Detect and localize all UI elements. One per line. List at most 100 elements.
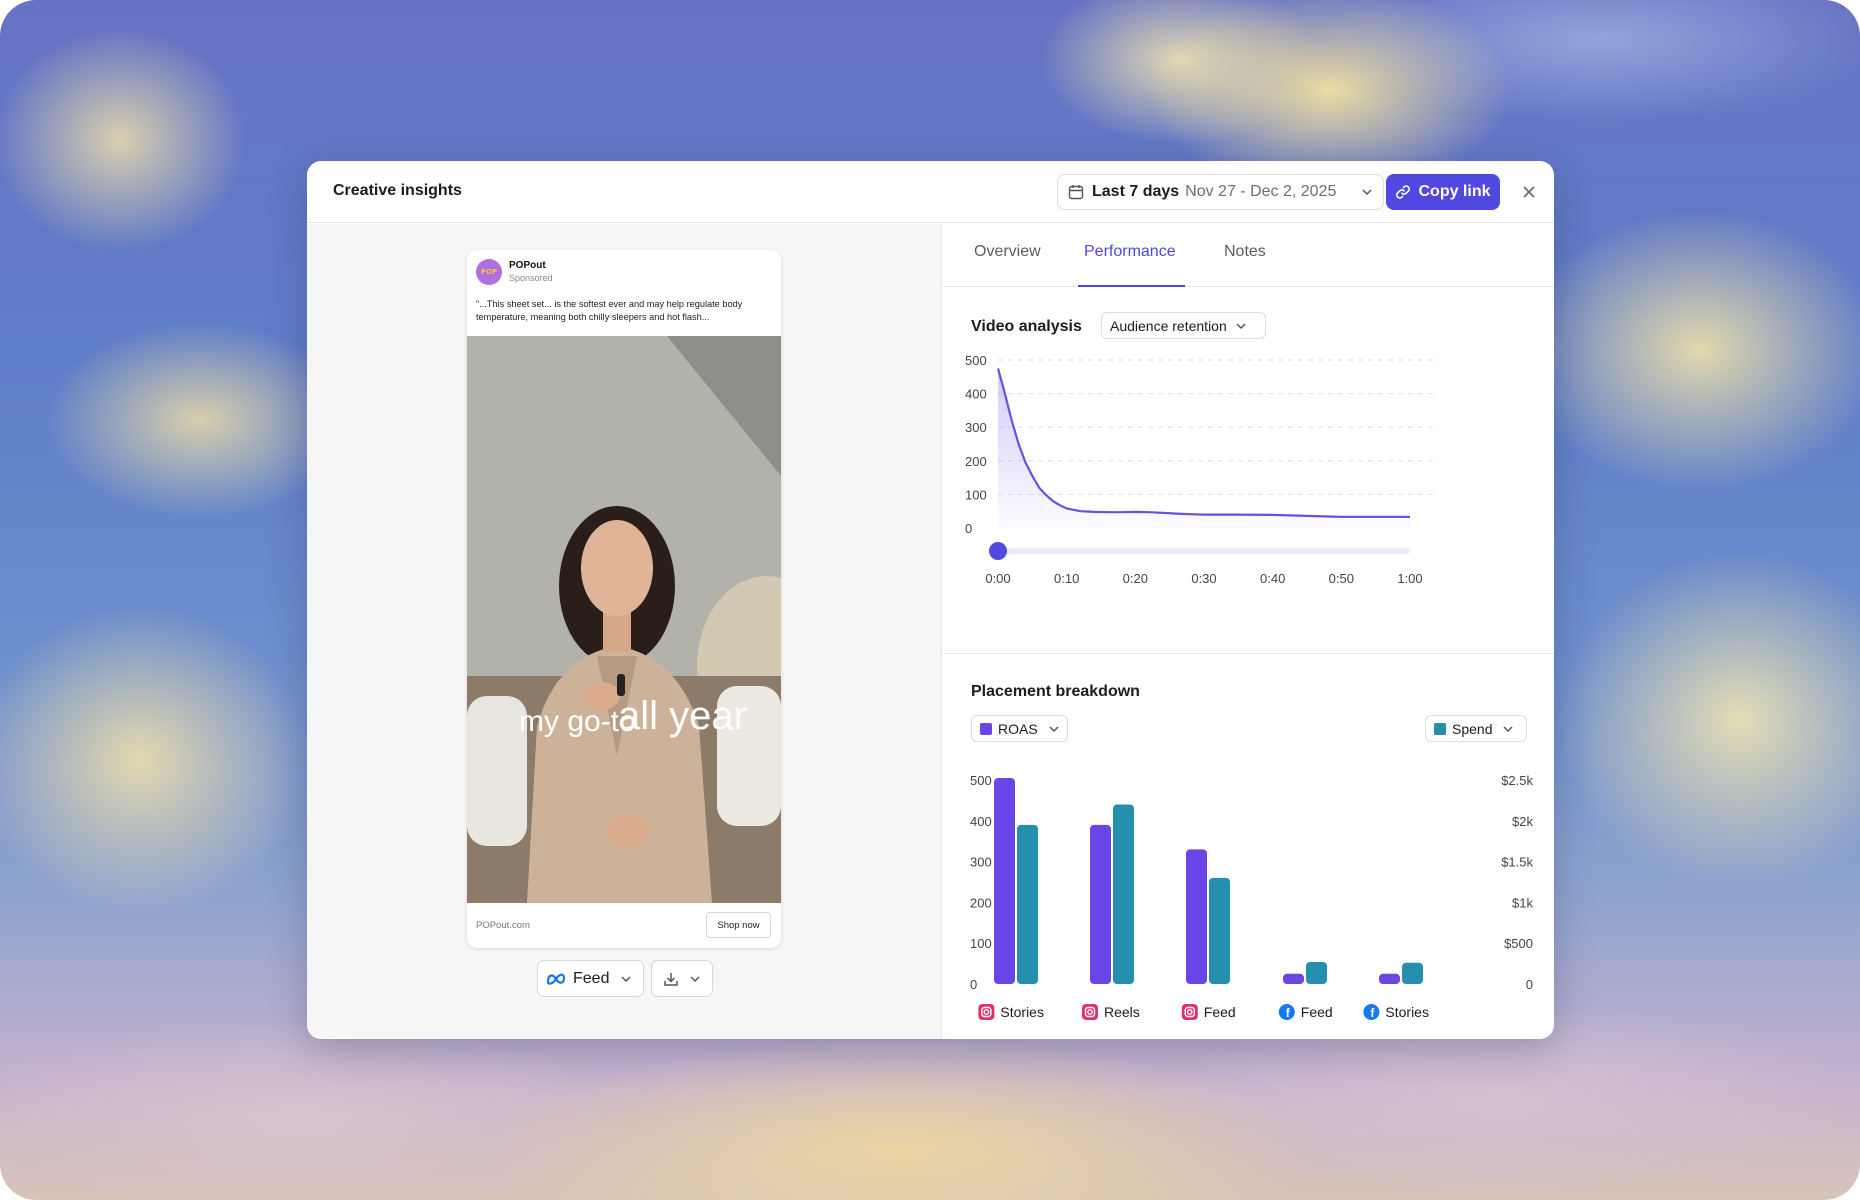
download-button[interactable] <box>651 960 713 997</box>
calendar-icon <box>1068 185 1084 200</box>
chevron-down-icon <box>690 975 700 982</box>
retention-x-tick: 0:30 <box>1191 571 1216 586</box>
spend-axis-tick: 0 <box>1526 977 1533 992</box>
modal-header: Creative insights Last 7 days Nov 27 - D… <box>307 161 1554 223</box>
sponsored-label: Sponsored <box>509 273 553 283</box>
roas-swatch <box>980 722 992 735</box>
retention-y-tick: 300 <box>965 420 987 435</box>
spend-axis-tick: $500 <box>1504 936 1533 951</box>
spend-bar[interactable] <box>1113 804 1134 984</box>
retention-y-tick: 200 <box>965 454 987 469</box>
active-tab-indicator <box>1078 285 1185 287</box>
spend-bar[interactable] <box>1306 961 1327 984</box>
link-icon <box>1396 185 1411 199</box>
date-range-label: Last 7 days <box>1092 183 1180 200</box>
spend-axis-tick: $1.5k <box>1501 855 1533 870</box>
playback-scrubber-handle[interactable] <box>989 542 1007 560</box>
video-overlay-part2: all year <box>618 694 747 738</box>
spend-swatch <box>1434 722 1446 735</box>
roas-bar[interactable] <box>1379 973 1400 984</box>
ad-caption: "...This sheet set... is the softest eve… <box>476 299 743 322</box>
spend-metric-label: Spend <box>1452 720 1493 737</box>
roas-axis-tick: 500 <box>970 773 992 788</box>
video-analysis-title: Video analysis <box>971 318 1082 335</box>
ad-url: POPout.com <box>476 920 530 931</box>
retention-x-tick: 0:40 <box>1260 571 1285 586</box>
roas-axis-tick: 300 <box>970 855 992 870</box>
tab-notes[interactable]: Notes <box>1224 243 1266 261</box>
spend-bar[interactable] <box>1017 824 1038 984</box>
brand-avatar: POP <box>476 259 502 285</box>
date-range-picker[interactable]: Last 7 days Nov 27 - Dec 2, 2025 <box>1057 174 1384 210</box>
copy-link-button[interactable]: Copy link <box>1386 174 1500 210</box>
close-icon <box>1523 186 1535 198</box>
roas-bar[interactable] <box>1090 824 1111 984</box>
instagram-icon <box>1082 1004 1098 1020</box>
retention-metric-select[interactable]: Audience retention <box>1101 312 1266 339</box>
desktop-background: Creative insights Last 7 days Nov 27 - D… <box>0 0 1860 1200</box>
roas-bar[interactable] <box>994 777 1015 984</box>
retention-y-tick: 0 <box>965 521 972 536</box>
retention-x-tick: 0:20 <box>1123 571 1148 586</box>
retention-x-tick: 0:50 <box>1329 571 1354 586</box>
chevron-down-icon <box>1503 725 1514 732</box>
placement-label-text: Stories <box>1385 1004 1429 1020</box>
retention-x-tick: 0:10 <box>1054 571 1079 586</box>
tab-overview[interactable]: Overview <box>974 243 1041 261</box>
retention-metric-label: Audience retention <box>1110 317 1227 334</box>
placement-label: f Stories <box>1363 1004 1429 1020</box>
creative-insights-modal: Creative insights Last 7 days Nov 27 - D… <box>307 161 1554 1039</box>
spend-axis-tick: $2.5k <box>1501 773 1533 788</box>
roas-metric-label: ROAS <box>998 720 1038 737</box>
retention-chart: 500 400 300 200 100 0 0:00 0:10 0:20 0:30 0:40 0:5… <box>965 353 1435 586</box>
modal-title: Creative insights <box>333 182 462 199</box>
shop-now-button[interactable]: Shop now <box>706 912 771 938</box>
placement-chart: 500 400 300 200 100 0 $2.5k $2k $1.5k $1k $500 0 S… <box>970 773 1533 1020</box>
tab-performance[interactable]: Performance <box>1084 243 1176 261</box>
brand-name: POPout <box>509 260 546 271</box>
roas-metric-select[interactable]: ROAS <box>971 715 1068 742</box>
close-button[interactable] <box>1518 181 1540 203</box>
chevron-down-icon <box>1362 189 1372 196</box>
download-icon <box>664 972 678 986</box>
video-frame: my go-to all year <box>467 336 781 903</box>
placement-label-text: Feed <box>1301 1004 1333 1020</box>
placement-label-text: Reels <box>1104 1004 1140 1020</box>
ad-video[interactable]: my go-to all year <box>467 336 781 903</box>
placement-label: Stories <box>978 1004 1044 1020</box>
meta-icon <box>546 973 566 985</box>
placement-select[interactable]: Feed <box>537 960 644 997</box>
spend-bar[interactable] <box>1402 962 1423 984</box>
ad-preview-panel: POP POPout Sponsored "...This sheet set.… <box>307 224 942 1039</box>
date-range-dates: Nov 27 - Dec 2, 2025 <box>1185 183 1337 200</box>
copy-link-label: Copy link <box>1418 183 1491 200</box>
placement-label: Feed <box>1181 1004 1236 1020</box>
placement-label-text: Feed <box>1204 1004 1236 1020</box>
section-divider <box>943 653 1554 654</box>
chevron-down-icon <box>1236 322 1246 329</box>
tab-bar: Overview Performance Notes <box>943 224 1554 287</box>
roas-axis-tick: 400 <box>970 814 992 829</box>
roas-axis-tick: 100 <box>970 936 992 951</box>
instagram-icon <box>1181 1004 1198 1020</box>
roas-bar[interactable] <box>1186 849 1207 984</box>
retention-x-tick: 0:00 <box>985 571 1010 586</box>
placement-label-text: Stories <box>1000 1004 1044 1020</box>
placement-label: f Feed <box>1278 1004 1333 1020</box>
spend-axis-tick: $2k <box>1512 814 1533 829</box>
spend-metric-select[interactable]: Spend <box>1425 715 1527 742</box>
retention-y-tick: 400 <box>965 387 987 402</box>
ad-preview-card: POP POPout Sponsored "...This sheet set.… <box>467 250 781 948</box>
playback-scrubber-track[interactable] <box>998 548 1410 554</box>
placement-select-label: Feed <box>573 969 610 987</box>
spend-bar[interactable] <box>1209 877 1230 984</box>
placement-label: Reels <box>1082 1004 1140 1020</box>
roas-bar[interactable] <box>1283 973 1304 984</box>
roas-axis-tick: 200 <box>970 895 992 910</box>
chevron-down-icon <box>1049 725 1059 732</box>
retention-y-tick: 500 <box>965 353 987 368</box>
retention-x-tick: 1:00 <box>1397 571 1422 586</box>
instagram-icon <box>978 1004 995 1020</box>
retention-y-tick: 100 <box>965 487 987 502</box>
placement-breakdown-title: Placement breakdown <box>971 683 1140 700</box>
